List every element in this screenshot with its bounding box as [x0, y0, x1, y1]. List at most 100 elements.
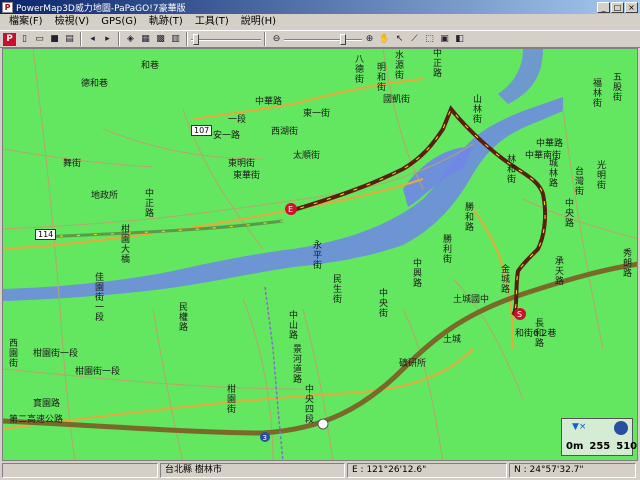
map-label: 土城國中: [453, 295, 490, 305]
rotation-slider[interactable]: [191, 33, 261, 46]
scale-max: 510: [616, 441, 638, 452]
map-label-vertical: 中山路: [289, 311, 299, 341]
zoom-box-icon[interactable]: ⬚: [423, 33, 436, 46]
rotation-slider-thumb[interactable]: [193, 33, 199, 45]
poi-marker: [317, 418, 329, 430]
status-north-coord: N : 24°57'32.7": [509, 463, 636, 478]
save-icon[interactable]: ■: [48, 33, 61, 46]
map-label-vertical: 台灣街: [575, 167, 585, 197]
map-label: 東一街: [303, 109, 331, 119]
map-view[interactable]: E S 3 107 114 和巷 德和巷 中華路 一段 安一路 東明街 太順街 …: [2, 48, 638, 461]
map-label: 西湖街: [271, 127, 299, 137]
toolbar-separator: [80, 32, 82, 46]
toolbar: P ▯ ▭ ■ ▤ ◂ ▸ ◈ ▦ ▩ ▥ ⊖ ⊕ ✋ ↖ ⟋ ⬚ ▣ ◧: [0, 30, 640, 48]
map-label-vertical: 柑園大橋: [121, 225, 131, 265]
route-end-label: E: [288, 205, 293, 214]
highway-shield-114: 114: [35, 229, 57, 240]
scale-zero: 0m: [566, 441, 584, 452]
zoom-slider[interactable]: [284, 33, 362, 46]
highway-114: [42, 219, 284, 239]
map-label: 安一路: [213, 131, 241, 141]
grid-icon[interactable]: ▩: [154, 33, 167, 46]
map-3d-icon[interactable]: ▦: [139, 33, 152, 46]
map-label-vertical: 中央街: [379, 289, 389, 319]
compass-icon[interactable]: [614, 421, 628, 435]
maximize-button[interactable]: □: [611, 1, 624, 13]
map-label-vertical: 城林路: [549, 159, 559, 189]
freeway-shield-label: 3: [263, 434, 267, 442]
pan-icon[interactable]: ▥: [169, 33, 182, 46]
scale-mid: 255: [589, 441, 611, 452]
menu-bar: 檔案(F) 檢視(V) GPS(G) 軌跡(T) 工具(T) 說明(H): [0, 14, 640, 30]
menu-gps[interactable]: GPS(G): [95, 14, 143, 30]
map-label: 和巷: [141, 61, 160, 71]
map-label-vertical: 中正路: [433, 49, 443, 79]
pointer-icon[interactable]: ↖: [393, 33, 406, 46]
status-empty: [2, 463, 158, 478]
new-file-icon[interactable]: ▯: [18, 33, 31, 46]
river-upper: [498, 49, 543, 104]
map-label-vertical: 西園街: [9, 339, 19, 369]
hand-pan-icon[interactable]: ✋: [378, 33, 391, 46]
map-label: 第二高速公路: [9, 415, 64, 425]
map-label-vertical: 永平街: [313, 241, 323, 271]
map-label: 寶園路: [33, 399, 61, 409]
map-label: 德和巷: [81, 79, 109, 89]
toolbar-separator: [118, 32, 120, 46]
toolbar-separator: [186, 32, 188, 46]
open-folder-icon[interactable]: ▭: [33, 33, 46, 46]
map-label-vertical: 福林街: [593, 79, 603, 109]
map-label-vertical: 承天路: [555, 257, 565, 287]
map-label-vertical: 林和街: [507, 155, 517, 185]
map-label: 東華街: [233, 171, 261, 181]
status-bar: 台北縣 樹林市 E : 121°26'12.6" N : 24°57'32.7": [0, 461, 640, 480]
measure-icon[interactable]: ⟋: [408, 33, 421, 46]
title-bar: P PowerMap3D威力地圖-PaPaGO!7豪華版 _ □ ×: [0, 0, 640, 14]
zoom-in-icon[interactable]: ⊕: [363, 33, 376, 46]
layer-icon[interactable]: ◈: [124, 33, 137, 46]
map-label-vertical: 秀朗路: [623, 249, 633, 279]
minimize-button[interactable]: _: [597, 1, 610, 13]
window-title: PowerMap3D威力地圖-PaPaGO!7豪華版: [16, 3, 186, 14]
menu-track[interactable]: 軌跡(T): [143, 14, 189, 30]
zoom-out-icon[interactable]: ⊖: [270, 33, 283, 46]
highway-shield-107: 107: [191, 125, 213, 136]
forward-icon[interactable]: ▸: [101, 33, 114, 46]
papago-logo-button[interactable]: P: [3, 32, 16, 46]
map-label-vertical: 五股街: [613, 73, 623, 103]
menu-view[interactable]: 檢視(V): [49, 14, 96, 30]
map-label: 東明街: [228, 159, 256, 169]
map-label-vertical: 水源街: [395, 51, 405, 81]
status-east-coord: E : 121°26'12.6": [347, 463, 507, 478]
menu-tools[interactable]: 工具(T): [189, 14, 235, 30]
map-label: 一段: [228, 115, 247, 125]
map-label: 國凱街: [383, 95, 411, 105]
menu-file[interactable]: 檔案(F): [3, 14, 49, 30]
map-label-vertical: 中正路: [145, 189, 155, 219]
map-label: 太順街: [293, 151, 321, 161]
map-label-vertical: 中央四段: [305, 385, 315, 425]
map-label-vertical: 民生街: [333, 275, 343, 305]
scale-compass-panel: ▼× 0m 255 510: [561, 418, 637, 456]
map-label-vertical: 八德街: [355, 55, 365, 85]
back-icon[interactable]: ◂: [86, 33, 99, 46]
map-label: 中華路: [536, 139, 564, 149]
map-label-vertical: 勝利街: [443, 235, 453, 265]
map-label-vertical: 山林街: [473, 95, 483, 125]
map-label: 柑園街一段: [33, 349, 79, 359]
overview-icon[interactable]: ◧: [453, 33, 466, 46]
fullscreen-icon[interactable]: ▣: [438, 33, 451, 46]
map-label-vertical: 佳園街一段: [95, 273, 105, 323]
app-icon: P: [2, 1, 13, 13]
menu-help[interactable]: 說明(H): [235, 14, 282, 30]
map-label: 土城: [443, 335, 462, 345]
map-label-vertical: 長和路: [535, 319, 545, 349]
map-label-vertical: 中央路: [565, 199, 575, 229]
close-button[interactable]: ×: [625, 1, 638, 13]
toolbar-separator: [264, 32, 266, 46]
scale-bar: 0m 255 510: [566, 441, 637, 452]
zoom-slider-thumb[interactable]: [340, 33, 346, 45]
map-label: 礦研所: [399, 359, 427, 369]
status-area: 台北縣 樹林市: [160, 463, 345, 478]
print-icon[interactable]: ▤: [63, 33, 76, 46]
